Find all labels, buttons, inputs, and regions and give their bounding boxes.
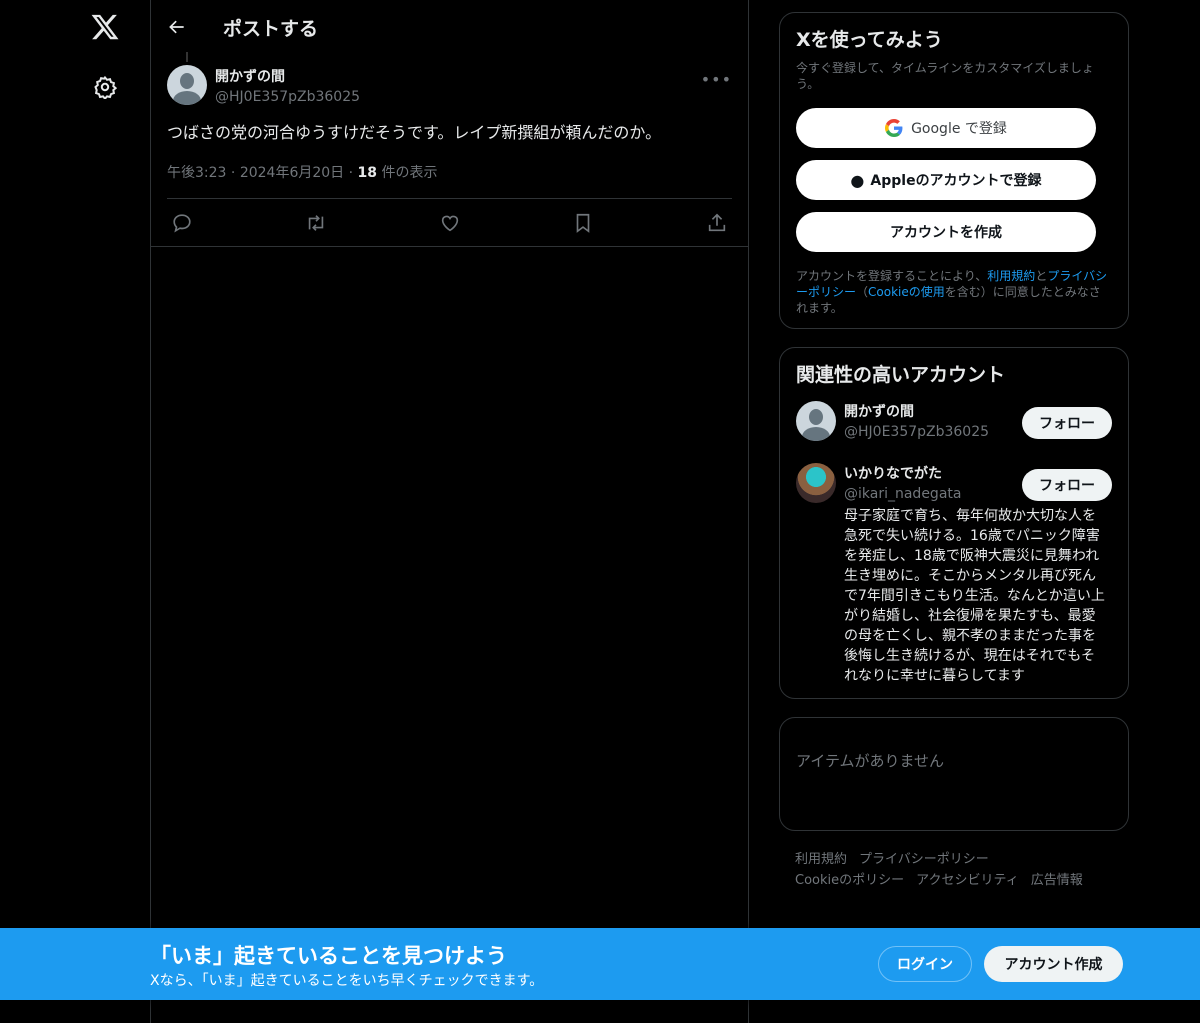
tweet-text: つばさの党の河合ゆうすけだそうです。レイプ新撰組が頼んだのか。: [167, 123, 662, 142]
separator: ·: [348, 165, 354, 181]
tweet: 開かずの間 @HJ0E357pZb36025 ••• つばさの党の河合ゆうすけだ…: [151, 54, 748, 247]
repost-icon[interactable]: [305, 212, 327, 234]
bookmark-icon[interactable]: [572, 212, 594, 234]
account-handle[interactable]: @ikari_nadegata: [844, 486, 1044, 502]
avatar[interactable]: [796, 463, 836, 503]
back-arrow-icon[interactable]: [167, 17, 187, 37]
footer-link-privacy[interactable]: プライバシーポリシー: [859, 852, 989, 867]
account-handle[interactable]: @HJ0E357pZb36025: [844, 424, 1044, 440]
signup-subtitle: 今すぐ登録して、タイムラインをカスタマイズしましょう。: [796, 61, 1094, 91]
legal-part: アカウントを登録することにより、: [796, 269, 988, 283]
footer-link-ads[interactable]: 広告情報: [1031, 873, 1083, 888]
more-options-icon[interactable]: •••: [701, 70, 732, 89]
footer-link-terms[interactable]: 利用規約: [795, 852, 847, 867]
header: ポストする: [151, 0, 748, 54]
signup-title: Xを使ってみよう: [796, 29, 943, 51]
author-handle[interactable]: @HJ0E357pZb36025: [215, 89, 360, 105]
cookie-link[interactable]: Cookieの使用: [868, 285, 945, 299]
follow-button[interactable]: フォロー: [1022, 407, 1112, 439]
account-name[interactable]: 開かずの間: [844, 401, 1044, 421]
login-button[interactable]: ログイン: [878, 946, 972, 982]
account-name[interactable]: いかりなでがた: [844, 463, 1044, 483]
related-accounts-card: 関連性の高いアカウント 開かずの間 @HJ0E357pZb36025 フォロー い…: [779, 347, 1129, 699]
legal-part: と: [1035, 269, 1048, 283]
tweet-author: 開かずの間 @HJ0E357pZb36025 •••: [167, 54, 732, 116]
follow-button[interactable]: フォロー: [1022, 469, 1112, 501]
apple-icon: ●: [850, 170, 865, 190]
account-bio: 母子家庭で育ち、毎年何故か大切な人を急死で失い続ける。16歳でパニック障害を発症…: [844, 508, 1105, 684]
author-name[interactable]: 開かずの間: [215, 66, 360, 86]
tweet-date[interactable]: 2024年6月20日: [240, 165, 344, 181]
tweet-meta: 午後3:23 · 2024年6月20日 · 18 件の表示: [167, 162, 732, 199]
tweet-time[interactable]: 午後3:23: [167, 165, 226, 181]
gear-icon[interactable]: [93, 75, 117, 99]
sidebar: Xを使ってみよう 今すぐ登録して、タイムラインをカスタマイズしましょう。 Goo…: [779, 12, 1129, 891]
avatar[interactable]: [796, 401, 836, 441]
separator: ·: [230, 165, 236, 181]
create-account-button[interactable]: アカウントを作成: [796, 212, 1096, 252]
share-icon[interactable]: [706, 212, 728, 234]
banner-subtitle: Xなら、「いま」起きていることをいち早くチェックできます。: [150, 973, 544, 989]
banner-title: 「いま」起きていることを見つけよう: [150, 944, 507, 968]
page-title: ポストする: [223, 17, 319, 40]
google-button-label: Google で登録: [911, 121, 1007, 137]
view-count: 18: [357, 165, 378, 181]
terms-link[interactable]: 利用規約: [987, 269, 1035, 283]
footer-links: 利用規約 プライバシーポリシー Cookieのポリシー アクセシビリティ 広告情報: [779, 849, 1129, 891]
legal-text: アカウントを登録することにより、利用規約とプライバシーポリシー（Cookieの使…: [796, 268, 1112, 316]
signup-banner: 「いま」起きていることを見つけよう Xなら、「いま」起きていることをいち早くチェ…: [0, 928, 1200, 1000]
like-icon[interactable]: [439, 212, 461, 234]
account-item[interactable]: いかりなでがた @ikari_nadegata 母子家庭で育ち、毎年何故か大切な人…: [796, 463, 1112, 686]
x-logo-icon[interactable]: [90, 12, 120, 42]
tweet-actions: [167, 199, 732, 246]
apple-button-label: Appleのアカウントで登録: [870, 173, 1042, 189]
left-nav: [0, 0, 150, 1023]
main-column: ポストする 開かずの間 @HJ0E357pZb36025 ••• つばさの党の河…: [150, 0, 749, 1023]
apple-signup-button[interactable]: ● Appleのアカウントで登録: [796, 160, 1096, 200]
footer-link-cookie[interactable]: Cookieのポリシー: [795, 873, 904, 888]
google-icon: [885, 119, 903, 137]
signup-card: Xを使ってみよう 今すぐ登録して、タイムラインをカスタマイズしましょう。 Goo…: [779, 12, 1129, 329]
reply-icon[interactable]: [171, 212, 193, 234]
trends-card: アイテムがありません: [779, 717, 1129, 831]
footer-link-accessibility[interactable]: アクセシビリティ: [916, 873, 1019, 888]
view-label: 件の表示: [381, 165, 438, 181]
google-signup-button[interactable]: Google で登録: [796, 108, 1096, 148]
related-title: 関連性の高いアカウント: [796, 364, 1006, 386]
account-item[interactable]: 開かずの間 @HJ0E357pZb36025 フォロー: [796, 401, 1112, 441]
avatar[interactable]: [167, 65, 207, 105]
signup-button[interactable]: アカウント作成: [984, 946, 1123, 982]
legal-part: （: [856, 285, 869, 299]
